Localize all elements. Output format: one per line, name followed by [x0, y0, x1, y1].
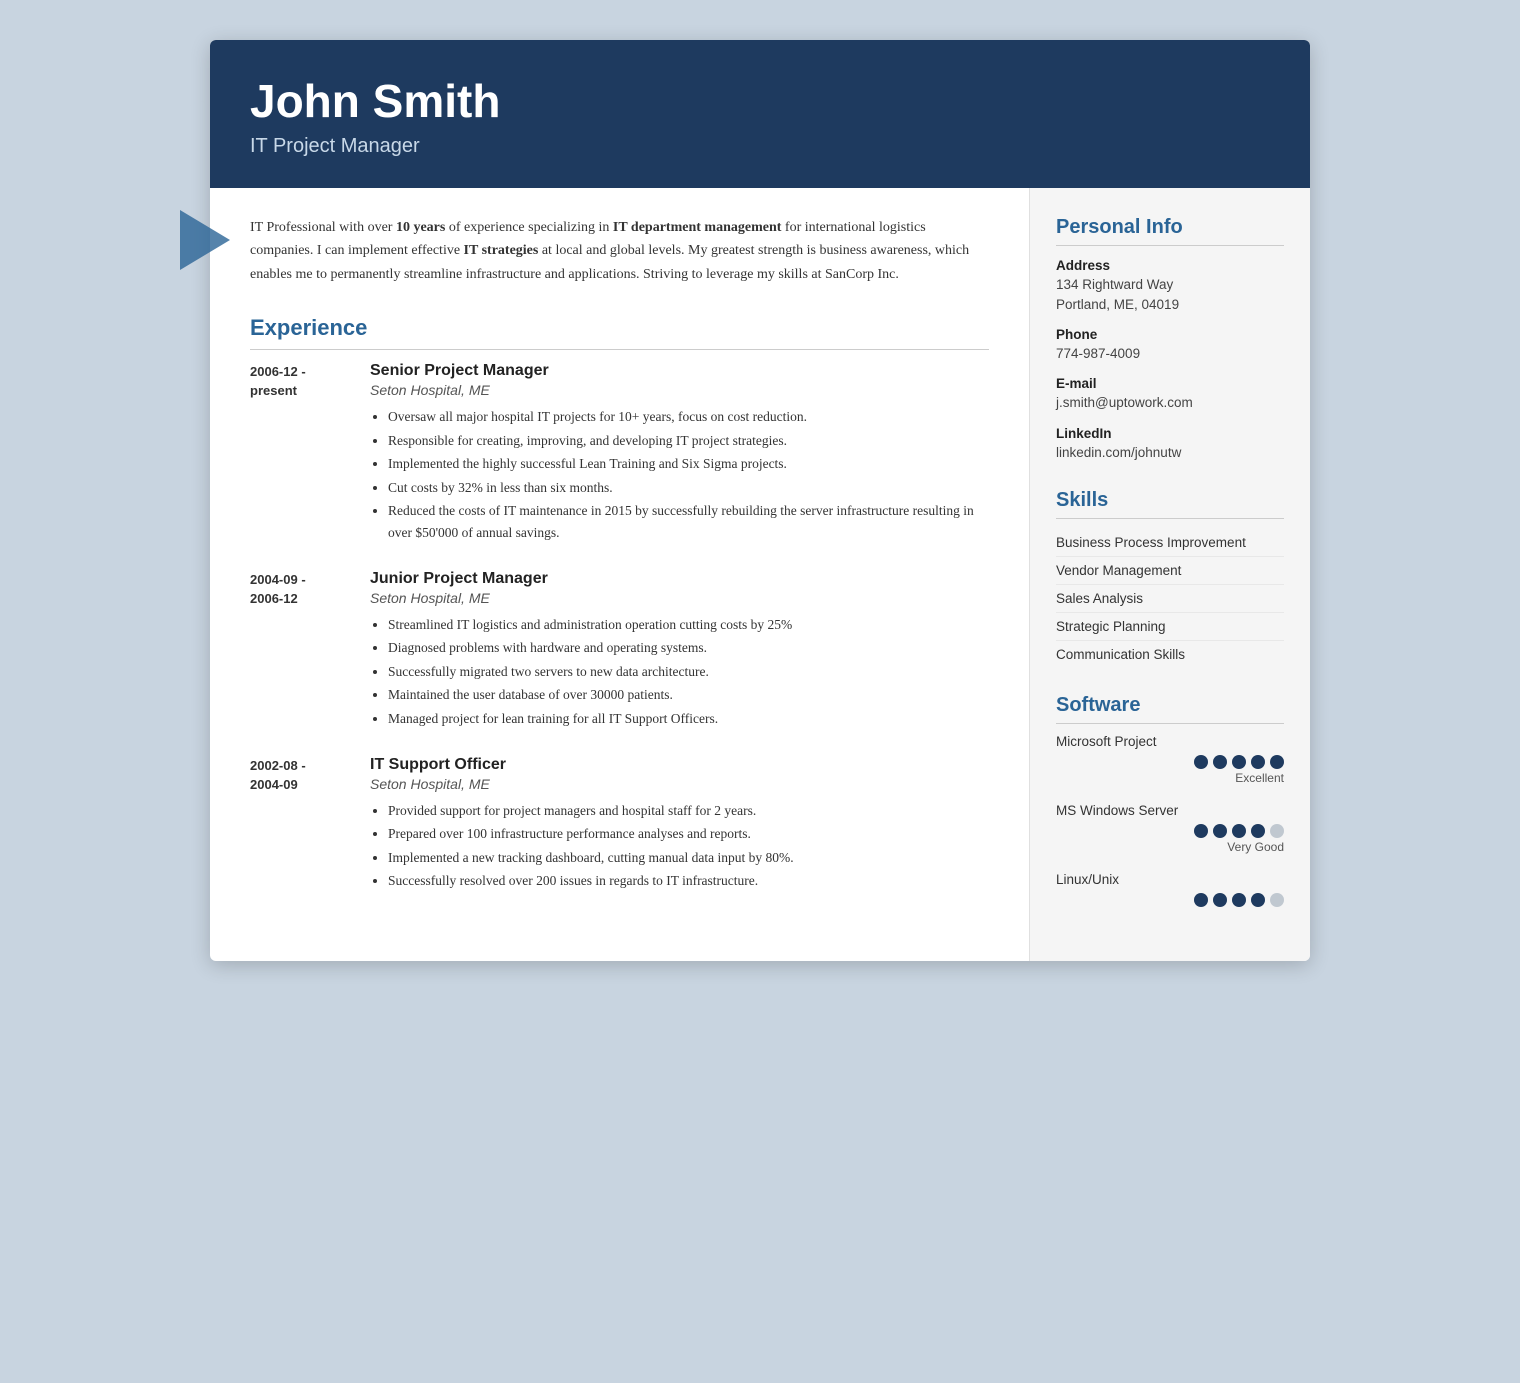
decorative-arrow [180, 210, 230, 270]
dot-filled [1213, 755, 1227, 769]
dot-filled [1194, 755, 1208, 769]
dot-filled [1251, 824, 1265, 838]
software-level-2: Very Good [1056, 840, 1284, 854]
skill-item-4: Strategic Planning [1056, 613, 1284, 641]
experience-entry-1: 2006-12 -present Senior Project Manager … [250, 362, 989, 546]
resume-body: IT Professional with over 10 years of ex… [210, 188, 1310, 961]
dot-filled [1251, 755, 1265, 769]
exp-date-1: 2006-12 -present [250, 362, 350, 546]
skills-section: Skills Business Process Improvement Vend… [1056, 489, 1284, 668]
dot-empty [1270, 824, 1284, 838]
bullet-item: Successfully resolved over 200 issues in… [388, 870, 989, 892]
dots-row-2 [1056, 824, 1284, 838]
software-name-2: MS Windows Server [1056, 803, 1284, 818]
dot-filled [1270, 755, 1284, 769]
email-label: E-mail [1056, 376, 1284, 391]
software-name-1: Microsoft Project [1056, 734, 1284, 749]
bullet-item: Provided support for project managers an… [388, 800, 989, 822]
bullet-item: Managed project for lean training for al… [388, 708, 989, 730]
personal-info-title: Personal Info [1056, 216, 1284, 246]
skill-item-2: Vendor Management [1056, 557, 1284, 585]
bullet-item: Responsible for creating, improving, and… [388, 430, 989, 452]
bullet-item: Diagnosed problems with hardware and ope… [388, 637, 989, 659]
bullet-item: Cut costs by 32% in less than six months… [388, 477, 989, 499]
exp-bullets-1: Oversaw all major hospital IT projects f… [370, 406, 989, 544]
dot-empty [1270, 893, 1284, 907]
software-item-1: Microsoft Project Excellent [1056, 734, 1284, 785]
experience-entry-2: 2004-09 -2006-12 Junior Project Manager … [250, 570, 989, 732]
exp-details-1: Senior Project Manager Seton Hospital, M… [370, 362, 989, 546]
resume-card: John Smith IT Project Manager IT Profess… [210, 40, 1310, 961]
software-level-1: Excellent [1056, 771, 1284, 785]
dot-filled [1194, 824, 1208, 838]
dot-filled [1194, 893, 1208, 907]
bullet-item: Prepared over 100 infrastructure perform… [388, 823, 989, 845]
experience-entry-3: 2002-08 -2004-09 IT Support Officer Seto… [250, 756, 989, 894]
address-label: Address [1056, 258, 1284, 273]
personal-info-section: Personal Info Address 134 Rightward WayP… [1056, 216, 1284, 463]
candidate-name: John Smith [250, 76, 1270, 127]
dot-filled [1232, 824, 1246, 838]
linkedin-value: linkedin.com/johnutw [1056, 443, 1284, 463]
bullet-item: Oversaw all major hospital IT projects f… [388, 406, 989, 428]
exp-company-3: Seton Hospital, ME [370, 776, 989, 792]
candidate-title: IT Project Manager [250, 135, 1270, 158]
experience-section: Experience 2006-12 -present Senior Proje… [250, 315, 989, 894]
phone-value: 774-987-4009 [1056, 344, 1284, 364]
skills-title: Skills [1056, 489, 1284, 519]
resume-header: John Smith IT Project Manager [210, 40, 1310, 188]
bullet-item: Implemented the highly successful Lean T… [388, 453, 989, 475]
exp-company-2: Seton Hospital, ME [370, 590, 989, 606]
dot-filled [1251, 893, 1265, 907]
exp-details-2: Junior Project Manager Seton Hospital, M… [370, 570, 989, 732]
address-value: 134 Rightward WayPortland, ME, 04019 [1056, 275, 1284, 316]
skill-item-3: Sales Analysis [1056, 585, 1284, 613]
email-value: j.smith@uptowork.com [1056, 393, 1284, 413]
software-section: Software Microsoft Project Excellent [1056, 694, 1284, 907]
software-title: Software [1056, 694, 1284, 724]
dot-filled [1232, 755, 1246, 769]
exp-role-3: IT Support Officer [370, 756, 989, 774]
exp-role-1: Senior Project Manager [370, 362, 989, 380]
dots-row-3 [1056, 893, 1284, 907]
dot-filled [1232, 893, 1246, 907]
bullet-item: Reduced the costs of IT maintenance in 2… [388, 500, 989, 543]
sidebar: Personal Info Address 134 Rightward WayP… [1030, 188, 1310, 961]
dot-filled [1213, 893, 1227, 907]
skill-item-5: Communication Skills [1056, 641, 1284, 668]
skill-item-1: Business Process Improvement [1056, 529, 1284, 557]
summary-paragraph: IT Professional with over 10 years of ex… [250, 216, 989, 287]
exp-details-3: IT Support Officer Seton Hospital, ME Pr… [370, 756, 989, 894]
bullet-item: Streamlined IT logistics and administrat… [388, 614, 989, 636]
bullet-item: Implemented a new tracking dashboard, cu… [388, 847, 989, 869]
exp-bullets-3: Provided support for project managers an… [370, 800, 989, 892]
exp-company-1: Seton Hospital, ME [370, 382, 989, 398]
linkedin-label: LinkedIn [1056, 426, 1284, 441]
exp-role-2: Junior Project Manager [370, 570, 989, 588]
dots-row-1 [1056, 755, 1284, 769]
main-content: IT Professional with over 10 years of ex… [210, 188, 1030, 961]
dot-filled [1213, 824, 1227, 838]
exp-bullets-2: Streamlined IT logistics and administrat… [370, 614, 989, 730]
bullet-item: Successfully migrated two servers to new… [388, 661, 989, 683]
phone-label: Phone [1056, 327, 1284, 342]
page-wrapper: John Smith IT Project Manager IT Profess… [210, 40, 1310, 961]
software-item-2: MS Windows Server Very Good [1056, 803, 1284, 854]
exp-date-2: 2004-09 -2006-12 [250, 570, 350, 732]
bullet-item: Maintained the user database of over 300… [388, 684, 989, 706]
software-name-3: Linux/Unix [1056, 872, 1284, 887]
software-item-3: Linux/Unix [1056, 872, 1284, 907]
exp-date-3: 2002-08 -2004-09 [250, 756, 350, 894]
experience-section-title: Experience [250, 315, 989, 350]
